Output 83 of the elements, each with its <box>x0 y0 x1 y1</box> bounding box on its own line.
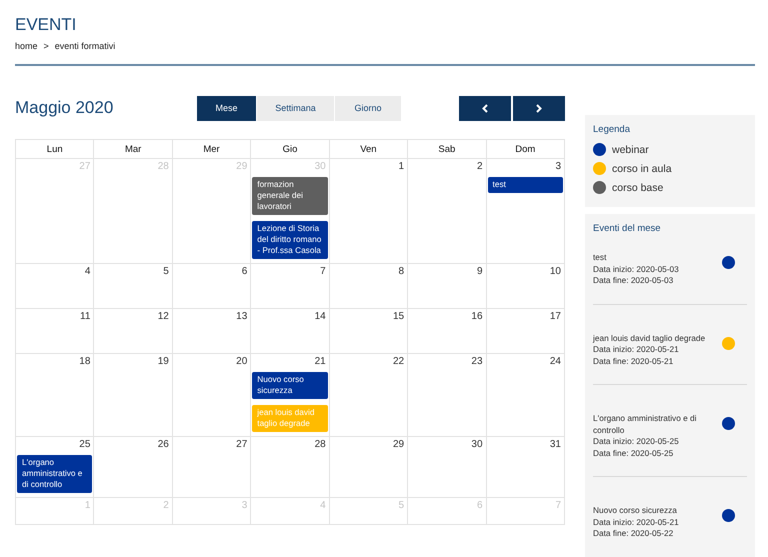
event-title[interactable]: jean louis david taglio degrade <box>593 332 716 344</box>
day-number: 11 <box>79 310 92 323</box>
chevron-right-icon <box>536 104 542 112</box>
day-number: 4 <box>319 499 327 512</box>
day-number: 4 <box>84 265 92 278</box>
calendar-event[interactable]: L'organo amministrativo e di controllo <box>17 455 92 493</box>
event-start-date: Data inizio: 2020-05-25 <box>593 436 680 448</box>
day-number: 17 <box>548 310 562 323</box>
event-start-date: Data inizio: 2020-05-21 <box>593 344 680 356</box>
calendar-event[interactable]: Nuovo corso sicurezza <box>252 372 328 399</box>
legend-title: Legenda <box>593 124 631 135</box>
weekday-header: Gio <box>250 140 330 158</box>
day-number: 1 <box>84 499 92 512</box>
day-number: 2 <box>476 160 484 173</box>
day-number: 23 <box>470 355 484 368</box>
event-start-date: Data inizio: 2020-05-21 <box>593 516 680 528</box>
event-end-date: Data fine: 2020-05-25 <box>593 448 674 459</box>
weekday-header: Mer <box>172 140 251 158</box>
legend-label: corso in aula <box>612 162 672 174</box>
previous-button[interactable] <box>459 96 511 120</box>
day-number: 29 <box>235 160 248 173</box>
day-number: 6 <box>240 265 248 278</box>
day-number: 20 <box>235 355 248 368</box>
day-number: 9 <box>476 265 484 278</box>
calendar-title: Maggio 2020 <box>15 98 114 118</box>
day-number: 21 <box>314 355 327 368</box>
event-end-date: Data fine: 2020-05-03 <box>593 275 674 286</box>
chevron-left-icon <box>482 104 488 112</box>
day-number: 19 <box>156 355 170 368</box>
day-number: 28 <box>314 438 327 451</box>
day-number: 18 <box>78 355 92 368</box>
day-number: 29 <box>392 438 406 451</box>
calendar-event[interactable]: formazion generale dei lavoratori <box>252 177 328 215</box>
day-number: 31 <box>548 438 562 451</box>
weekday-header: Dom <box>486 140 564 158</box>
day-number: 15 <box>392 310 406 323</box>
view-tab[interactable]: Mese <box>197 96 256 120</box>
breadcrumb-separator: > <box>44 41 49 51</box>
day-number: 5 <box>162 265 170 278</box>
calendar-event[interactable]: test <box>488 177 563 193</box>
day-number: 24 <box>548 355 562 368</box>
day-number: 5 <box>398 499 406 512</box>
view-tab[interactable]: Settimana <box>257 96 334 120</box>
day-number: 7 <box>554 499 562 512</box>
day-number: 6 <box>476 499 484 512</box>
breadcrumb-link[interactable]: home <box>15 41 38 51</box>
weekday-header: Mar <box>94 140 172 158</box>
day-number: 14 <box>314 310 327 323</box>
weekday-header: Sab <box>408 140 486 158</box>
event-start-date: Data inizio: 2020-05-03 <box>593 264 680 275</box>
day-number: 22 <box>392 355 406 368</box>
day-number: 28 <box>156 160 170 173</box>
day-number: 30 <box>470 438 484 451</box>
day-number: 3 <box>554 160 562 173</box>
event-end-date: Data fine: 2020-05-22 <box>593 528 674 540</box>
legend-label: webinar <box>612 144 649 156</box>
event-title[interactable]: Nuovo corso sicurezza <box>593 505 716 516</box>
day-number: 25 <box>78 438 92 451</box>
breadcrumb-link[interactable]: eventi formativi <box>54 41 116 51</box>
legend-label: corso base <box>612 182 664 194</box>
day-number: 2 <box>162 499 170 512</box>
day-number: 13 <box>235 310 248 323</box>
day-number: 3 <box>240 499 248 512</box>
day-number: 27 <box>78 160 92 173</box>
next-button[interactable] <box>513 96 565 120</box>
calendar-event[interactable]: Lezione di Storia del diritto romano - Prof.ssa Casola <box>252 221 328 259</box>
event-title[interactable]: L'organo amministrativo e di controllo <box>593 413 716 436</box>
day-number: 8 <box>398 265 406 278</box>
day-number: 26 <box>156 438 170 451</box>
day-number: 30 <box>314 160 327 173</box>
events-title: Eventi del mese <box>593 223 662 234</box>
weekday-header: Ven <box>329 140 408 158</box>
weekday-header: Lun <box>16 140 94 158</box>
day-number: 16 <box>470 310 484 323</box>
view-tab[interactable]: Giorno <box>335 96 401 120</box>
event-title[interactable]: test <box>593 252 716 264</box>
day-number: 7 <box>319 265 327 278</box>
day-number: 1 <box>398 160 406 173</box>
day-number: 27 <box>235 438 248 451</box>
day-number: 10 <box>548 265 562 278</box>
event-end-date: Data fine: 2020-05-21 <box>593 356 674 367</box>
day-number: 12 <box>156 310 170 323</box>
page-title: EVENTI <box>15 14 78 36</box>
